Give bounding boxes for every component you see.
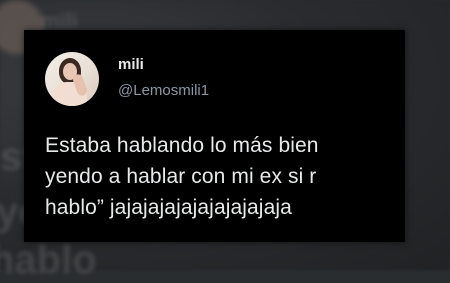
display-name[interactable]: mili	[118, 56, 144, 73]
tweet-line-2: yendo a hablar con mi ex si r	[45, 165, 317, 188]
tweet-text: Estaba hablando lo más bien yendo a habla…	[45, 130, 405, 223]
tweet-line-3: hablo” jajajajajajajajajajaja	[45, 196, 292, 219]
blurred-line-3: hablo	[0, 238, 97, 282]
tweet-card: mili @Lemosmili1 Estaba hablando lo más …	[24, 30, 405, 242]
tweet-line-1: Estaba hablando lo más bien	[45, 134, 319, 157]
user-handle[interactable]: @Lemosmili1	[118, 82, 209, 99]
avatar[interactable]	[45, 52, 99, 106]
